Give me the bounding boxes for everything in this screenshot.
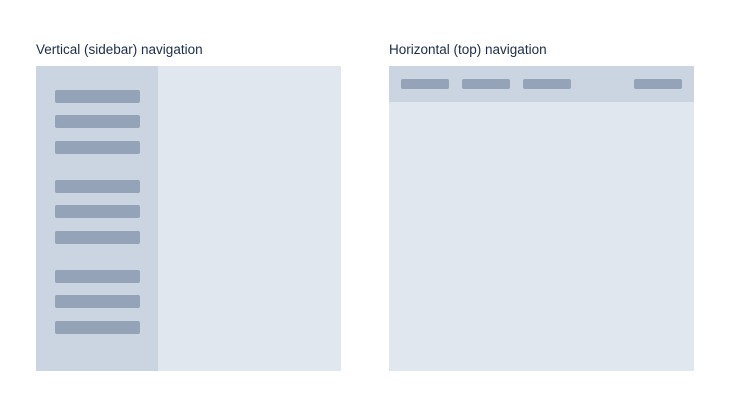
vertical-navigation-layout (36, 66, 341, 371)
sidebar-nav-item (55, 90, 140, 103)
horizontal-navigation-layout (389, 66, 694, 371)
top-nav-item (523, 79, 571, 89)
vertical-navigation-caption: Vertical (sidebar) navigation (36, 42, 203, 57)
top-nav-item (634, 79, 682, 89)
sidebar-nav-item (55, 115, 140, 128)
sidebar-nav-item (55, 231, 140, 244)
sidebar-nav-item (55, 321, 140, 334)
sidebar-nav-item (55, 180, 140, 193)
sidebar (36, 66, 158, 371)
top-nav-item (462, 79, 510, 89)
sidebar-nav-item (55, 141, 140, 154)
sidebar-nav-item (55, 270, 140, 283)
top-navigation-bar (389, 66, 694, 102)
horizontal-navigation-caption: Horizontal (top) navigation (389, 42, 547, 57)
sidebar-nav-item (55, 295, 140, 308)
top-nav-item (401, 79, 449, 89)
sidebar-nav-item (55, 205, 140, 218)
